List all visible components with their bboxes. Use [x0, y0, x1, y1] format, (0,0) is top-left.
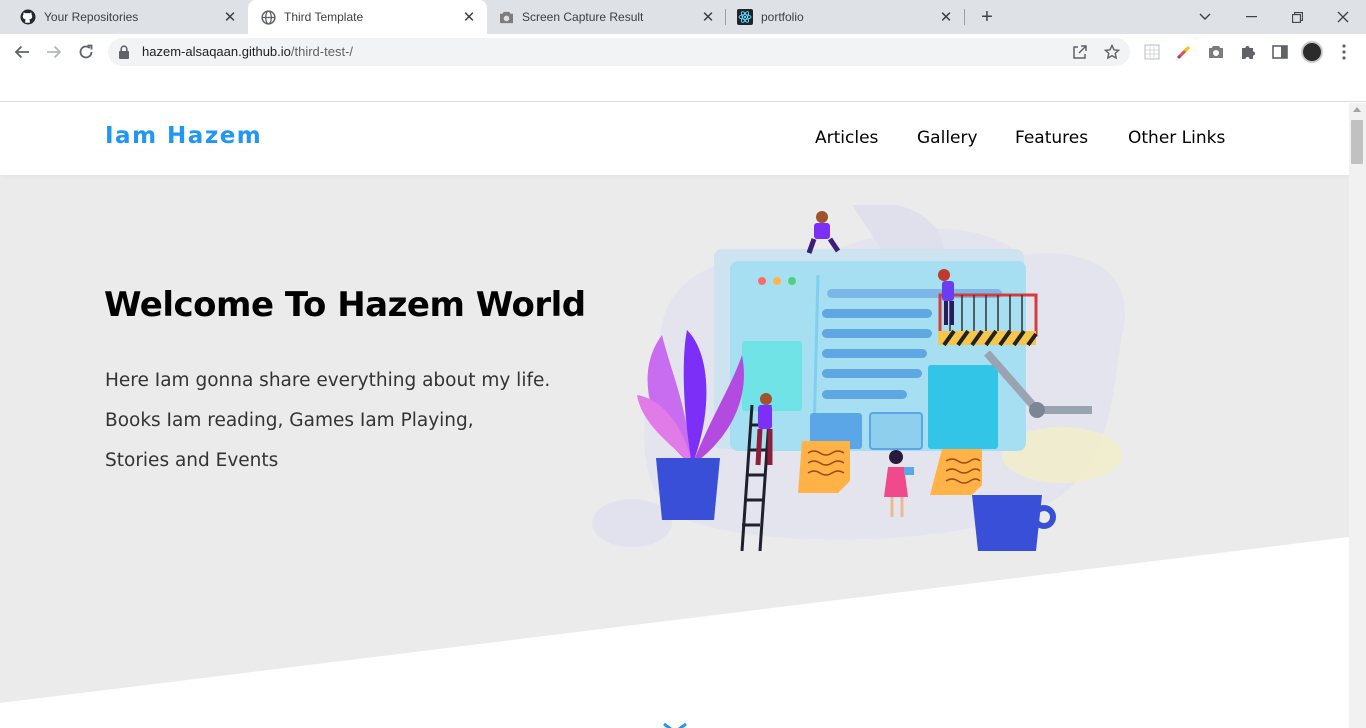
close-window-button[interactable]	[1320, 0, 1366, 34]
lock-icon[interactable]	[118, 45, 132, 59]
url-host: hazem-alsaqaan.github.io	[142, 44, 291, 59]
tab-title: Your Repositories	[44, 10, 139, 24]
tab-title: portfolio	[761, 10, 804, 24]
tab-screen-capture-result[interactable]: Screen Capture Result ✕	[487, 0, 726, 34]
tab-your-repositories[interactable]: Your Repositories ✕	[0, 0, 248, 34]
forward-button[interactable]	[42, 40, 66, 64]
page-viewport: Iam Hazem Articles Gallery Features Othe…	[0, 103, 1349, 728]
site-header: Iam Hazem Articles Gallery Features Othe…	[0, 103, 1349, 175]
scroll-up-arrow[interactable]	[1353, 107, 1361, 112]
minimize-button[interactable]	[1228, 0, 1274, 34]
hero-line: Here Iam gonna share everything about my…	[105, 370, 551, 391]
site-logo[interactable]: Iam Hazem	[105, 123, 262, 149]
scrollbar-thumb[interactable]	[1351, 120, 1363, 164]
new-tab-button[interactable]: +	[976, 5, 998, 29]
hero-title: Welcome To Hazem World	[104, 285, 586, 325]
tab-strip: Your Repositories ✕ Third Template ✕ Scr…	[0, 0, 1366, 34]
page-top-strip	[0, 70, 1366, 102]
extensions-puzzle-icon[interactable]	[1238, 42, 1258, 62]
hero-line: Books Iam reading, Games Iam Playing,	[105, 410, 474, 431]
back-button[interactable]	[10, 40, 34, 64]
camera-icon	[498, 9, 514, 25]
worker-figure-top	[806, 211, 841, 254]
globe-icon	[260, 9, 276, 25]
tab-separator	[964, 9, 965, 25]
chevron-down-icon[interactable]	[662, 723, 688, 728]
nav-link-articles[interactable]: Articles	[815, 128, 878, 148]
hero-section: Welcome To Hazem World Here Iam gonna sh…	[0, 175, 1349, 728]
color-picker-icon[interactable]	[1174, 42, 1194, 62]
profile-avatar[interactable]	[1301, 41, 1323, 63]
nav-link-other-links[interactable]: Other Links	[1128, 128, 1225, 148]
close-icon[interactable]: ✕	[700, 9, 716, 26]
camera-icon[interactable]	[1206, 42, 1226, 62]
github-icon	[20, 9, 36, 25]
url-text[interactable]: hazem-alsaqaan.github.io/third-test-/	[142, 44, 353, 59]
side-panel-icon[interactable]	[1270, 42, 1290, 62]
tab-search-icon[interactable]	[1182, 0, 1228, 34]
share-icon[interactable]	[1071, 43, 1089, 61]
tab-third-template[interactable]: Third Template ✕	[248, 0, 487, 34]
url-path: /third-test-/	[290, 44, 354, 59]
hero-illustration	[592, 205, 1125, 551]
extension-grid-icon[interactable]	[1142, 42, 1162, 62]
tab-title: Third Template	[284, 10, 364, 24]
bookmark-star-icon[interactable]	[1103, 43, 1121, 61]
close-icon[interactable]: ✕	[222, 9, 238, 26]
hero-description: Here Iam gonna share everything about my…	[105, 361, 550, 481]
nav-link-features[interactable]: Features	[1015, 128, 1088, 148]
tab-portfolio[interactable]: portfolio ✕	[726, 0, 964, 34]
reload-button[interactable]	[74, 40, 98, 64]
page-scrollbar[interactable]	[1349, 103, 1366, 728]
restore-button[interactable]	[1274, 0, 1320, 34]
more-menu-icon[interactable]	[1335, 42, 1353, 62]
hero-line: Stories and Events	[105, 450, 279, 471]
nav-link-gallery[interactable]: Gallery	[917, 128, 978, 148]
react-icon	[737, 9, 753, 25]
close-icon[interactable]: ✕	[461, 9, 477, 26]
close-icon[interactable]: ✕	[938, 9, 954, 26]
tab-title: Screen Capture Result	[522, 10, 644, 24]
